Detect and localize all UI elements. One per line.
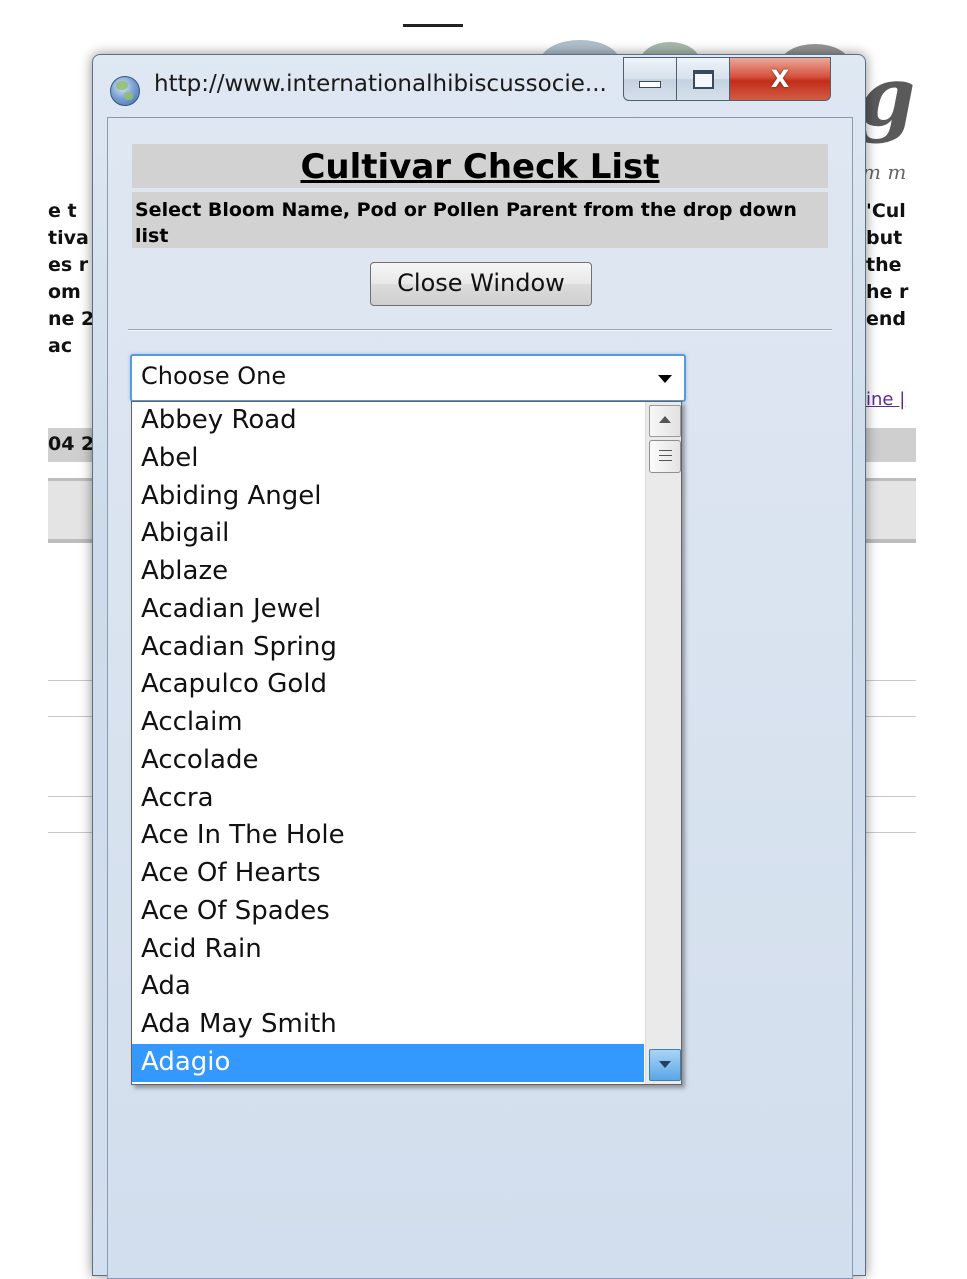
page-title: Cultivar Check List — [300, 147, 660, 187]
cultivar-select[interactable]: Choose One — [130, 354, 686, 402]
scroll-up-button[interactable] — [649, 405, 681, 437]
background-text-line: es r — [48, 254, 89, 276]
background-text-line: ne 2 — [48, 308, 94, 330]
instruction-band: Select Bloom Name, Pod or Pollen Parent … — [132, 192, 828, 248]
popup-title-bar[interactable]: http://www.internationalhibiscussocie...… — [93, 55, 865, 117]
background-text-line: e t — [48, 200, 77, 222]
background-left-text: e t tiva es r om ne 2 ac — [48, 198, 94, 360]
grip-icon — [659, 450, 672, 451]
background-text-line: he r — [866, 281, 909, 303]
instruction-text: Select Bloom Name, Pod or Pollen Parent … — [135, 199, 797, 247]
background-tagline: m m — [862, 160, 907, 184]
scroll-down-button[interactable] — [649, 1049, 681, 1081]
background-text-line: but — [866, 227, 903, 249]
dropdown-scrollbar[interactable] — [645, 402, 681, 1084]
close-icon: X — [770, 65, 790, 93]
background-text-line: 'Cul — [866, 200, 906, 222]
dropdown-option[interactable]: Abigail — [132, 515, 644, 553]
popup-content: Cultivar Check List Select Bloom Name, P… — [107, 117, 853, 1279]
background-text-line: end — [866, 308, 907, 330]
background-right-text: 'Cul but the he r end — [866, 198, 918, 333]
grip-icon — [659, 460, 672, 461]
dropdown-option[interactable]: Ace Of Spades — [132, 893, 644, 931]
dropdown-option[interactable]: Acadian Jewel — [132, 591, 644, 629]
close-button[interactable]: X — [730, 57, 831, 101]
dropdown-option[interactable]: Acapulco Gold — [132, 666, 644, 704]
dropdown-option[interactable]: Abbey Road — [132, 402, 644, 440]
close-window-button[interactable]: Close Window — [370, 262, 592, 306]
arrow-up-icon — [659, 416, 671, 423]
cultivar-dropdown-list[interactable]: Abbey Road Abel Abiding Angel Abigail Ab… — [131, 401, 682, 1085]
arrow-down-icon — [659, 1061, 671, 1068]
dropdown-option[interactable]: Acclaim — [132, 704, 644, 742]
dropdown-option[interactable]: Acadian Spring — [132, 629, 644, 667]
title-band: Cultivar Check List — [132, 144, 828, 188]
dropdown-option-highlighted[interactable]: Adagio — [132, 1043, 644, 1082]
popup-url: http://www.internationalhibiscussocie... — [154, 71, 607, 97]
scroll-thumb[interactable] — [649, 440, 681, 473]
window-controls: X — [623, 57, 831, 101]
background-text-line: the — [866, 254, 902, 276]
background-logo-letter: g — [858, 49, 916, 145]
dropdown-option[interactable]: Ada May Smith — [132, 1006, 644, 1044]
background-link[interactable]: ine | — [866, 389, 905, 410]
background-band-text: 04 2 — [48, 433, 95, 455]
dropdown-option[interactable]: Ace In The Hole — [132, 817, 644, 855]
grip-icon — [659, 455, 672, 456]
background-text-line: ac — [48, 335, 73, 357]
dropdown-options: Abbey Road Abel Abiding Angel Abigail Ab… — [132, 402, 644, 1082]
dropdown-option[interactable]: Abel — [132, 440, 644, 478]
dropdown-option[interactable]: Acid Rain — [132, 931, 644, 969]
background-text-line: tiva — [48, 227, 89, 249]
maximize-button[interactable] — [677, 57, 730, 101]
background-text-line: om — [48, 281, 81, 303]
minimize-button[interactable] — [623, 57, 677, 101]
dropdown-option[interactable]: Abiding Angel — [132, 478, 644, 516]
dropdown-option[interactable]: Ablaze — [132, 553, 644, 591]
dropdown-option[interactable]: Accolade — [132, 742, 644, 780]
dropdown-option[interactable]: Ada — [132, 968, 644, 1006]
minimize-icon — [639, 80, 661, 88]
background-top-bar — [403, 24, 463, 27]
dropdown-option[interactable]: Ace Of Hearts — [132, 855, 644, 893]
chevron-down-icon[interactable] — [658, 375, 672, 383]
popup-window: http://www.internationalhibiscussocie...… — [92, 54, 866, 1279]
globe-icon — [110, 76, 140, 106]
dropdown-option[interactable]: Accra — [132, 780, 644, 818]
maximize-icon — [692, 69, 714, 89]
select-value: Choose One — [141, 362, 287, 390]
divider — [128, 329, 832, 331]
